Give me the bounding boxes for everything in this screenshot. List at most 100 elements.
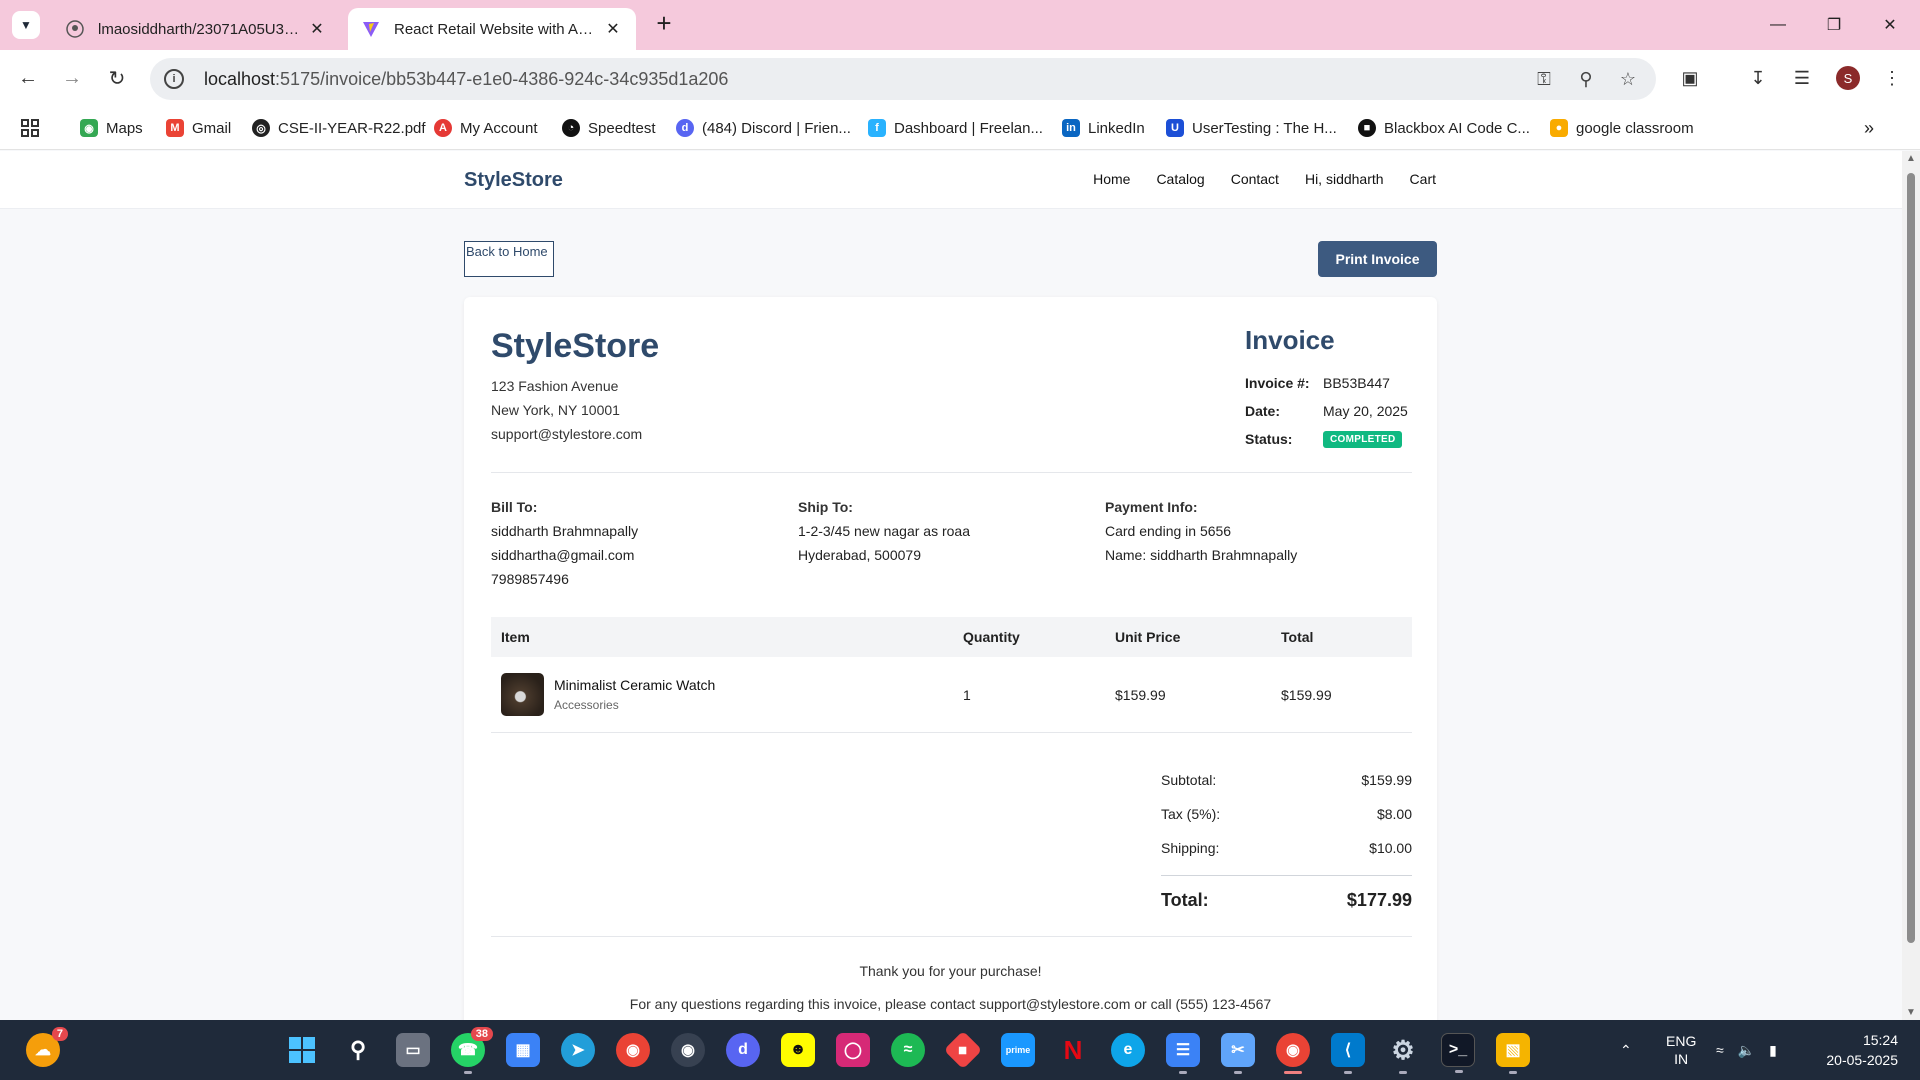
bookmark-maps[interactable]: ◉ Maps <box>80 116 143 140</box>
company-address: 123 Fashion Avenue New York, NY 10001 su… <box>491 378 643 442</box>
windows-taskbar: ☁ 7 ⚲ ▭ ☎ 38 ▦ ➤ ◉ ◉ d ☻ ◯ ≈ ◆ prime N e ☰… <box>0 1020 1920 1080</box>
freelancer-icon: f <box>868 119 886 137</box>
battery-icon: ▮ <box>1769 1041 1777 1058</box>
scroll-up-icon[interactable]: ▲ <box>1906 153 1916 164</box>
whatsapp-icon[interactable]: ☎ 38 <box>451 1027 493 1074</box>
settings-gear-icon[interactable]: ⚙ <box>1386 1033 1420 1074</box>
invoice-date-label: Date: <box>1245 403 1281 419</box>
windows-start-icon[interactable] <box>285 1033 319 1067</box>
window-close-button[interactable]: ✕ <box>1862 0 1918 50</box>
nav-contact[interactable]: Contact <box>1231 171 1279 187</box>
snipping-tool-icon[interactable]: ✂ <box>1221 1033 1255 1074</box>
nav-cart[interactable]: Cart <box>1410 171 1436 187</box>
tray-chevron-icon[interactable]: ⌃ <box>1620 1020 1632 1080</box>
bookmark-account[interactable]: A My Account <box>434 116 538 140</box>
invoice-card: StyleStore 123 Fashion Avenue New York, … <box>464 297 1437 1020</box>
terminal-icon[interactable]: >_ <box>1441 1033 1475 1073</box>
discord-icon[interactable]: d <box>726 1033 760 1067</box>
system-tray[interactable]: ≈ 🔈 ▮ <box>1716 1020 1777 1080</box>
vscode-icon[interactable]: ⟨ <box>1331 1033 1365 1074</box>
download-icon[interactable]: ↧ <box>1742 62 1774 94</box>
address-bar[interactable]: i localhost:5175/invoice/bb53b447-e1e0-4… <box>150 58 1656 100</box>
avatar: S <box>1836 66 1860 90</box>
chrome-icon[interactable]: ◉ <box>616 1033 650 1067</box>
tab-github[interactable]: lmaosiddharth/23071A05U3_Re ✕ <box>52 8 340 50</box>
linkedin-icon: in <box>1062 119 1080 137</box>
screenshot-icon[interactable]: ▣ <box>1674 62 1706 94</box>
bookmark-discord[interactable]: d (484) Discord | Frien... <box>676 116 851 140</box>
invoice-number: BB53B447 <box>1323 375 1390 391</box>
back-arrow-icon[interactable]: ← <box>12 62 44 94</box>
tab-search-button[interactable]: ▼ <box>12 11 40 39</box>
bookmark-usertesting[interactable]: U UserTesting : The H... <box>1166 116 1337 140</box>
git-icon[interactable]: ◆ <box>943 1030 983 1070</box>
star-icon[interactable]: ☆ <box>1616 67 1640 91</box>
close-icon[interactable]: ✕ <box>604 19 622 39</box>
print-invoice-button[interactable]: Print Invoice <box>1318 241 1437 277</box>
search-icon[interactable]: ⚲ <box>341 1033 375 1067</box>
github-icon <box>66 20 84 38</box>
nav-home[interactable]: Home <box>1093 171 1130 187</box>
clock[interactable]: 15:24 20-05-2025 <box>1826 1030 1898 1070</box>
netflix-icon[interactable]: N <box>1056 1033 1090 1067</box>
back-to-home-button[interactable]: Back to Home <box>464 241 554 277</box>
reload-icon[interactable]: ↻ <box>101 62 133 94</box>
more-bookmarks-icon[interactable]: » <box>1864 116 1874 140</box>
weather-icon[interactable]: ☁ 7 <box>26 1027 68 1067</box>
edge-icon[interactable]: e <box>1111 1033 1145 1067</box>
subtotal-value: $159.99 <box>1361 772 1412 788</box>
snapchat-icon[interactable]: ☻ <box>781 1033 815 1067</box>
media-control-icon[interactable]: ☰ <box>1786 62 1818 94</box>
page-viewport: StyleStore Home Catalog Contact Hi, sidd… <box>0 151 1902 1020</box>
bill-to: Bill To: siddharth Brahmnapally siddhart… <box>491 499 639 587</box>
prime-video-icon[interactable]: prime <box>1001 1033 1035 1067</box>
bookmark-gmail[interactable]: M Gmail <box>166 116 231 140</box>
menu-icon[interactable]: ⋮ <box>1876 62 1908 94</box>
file-explorer-icon[interactable]: ▧ <box>1496 1033 1530 1074</box>
bookmark-pdf[interactable]: ◎ CSE-II-YEAR-R22.pdf <box>252 116 426 140</box>
zoom-icon[interactable]: ⚲ <box>1574 67 1598 91</box>
github-desktop-icon[interactable]: ◉ <box>671 1033 705 1067</box>
contact-message: For any questions regarding this invoice… <box>629 996 1272 1012</box>
restore-button[interactable]: ❐ <box>1806 0 1862 50</box>
task-view-icon[interactable]: ▭ <box>396 1033 430 1067</box>
site-logo[interactable]: StyleStore <box>464 169 563 192</box>
bookmark-freelancer[interactable]: f Dashboard | Freelan... <box>868 116 1043 140</box>
nav-user-greeting[interactable]: Hi, siddharth <box>1305 171 1384 187</box>
site-info-icon[interactable]: i <box>164 69 184 89</box>
profile-button[interactable]: S <box>1832 62 1864 94</box>
bookmark-blackbox[interactable]: ■ Blackbox AI Code C... <box>1358 116 1530 140</box>
nav-catalog[interactable]: Catalog <box>1156 171 1204 187</box>
vite-icon <box>362 20 380 38</box>
invoice-meta: Invoice #: BB53B447 Date: May 20, 2025 Sta… <box>1245 369 1408 453</box>
table-row: Minimalist Ceramic Watch Accessories 1 $… <box>491 657 1412 733</box>
apps-icon[interactable] <box>20 116 40 140</box>
telegram-icon[interactable]: ➤ <box>561 1033 595 1067</box>
minimize-button[interactable]: — <box>1750 0 1806 50</box>
instagram-icon[interactable]: ◯ <box>836 1033 870 1067</box>
scrollbar-thumb[interactable] <box>1907 173 1915 943</box>
browser-tab-bar: ▼ lmaosiddharth/23071A05U3_Re ✕ React Re… <box>0 0 1920 50</box>
speedtest-icon: ◔ <box>562 119 580 137</box>
maps-icon: ◉ <box>80 119 98 137</box>
tab-react-retail[interactable]: React Retail Website with Authe ✕ <box>348 8 636 50</box>
new-tab-button[interactable]: + <box>650 10 678 38</box>
bookmark-linkedin[interactable]: in LinkedIn <box>1062 116 1145 140</box>
page-scrollbar[interactable]: ▲ ▼ <box>1902 151 1920 1020</box>
spotify-icon[interactable]: ≈ <box>891 1033 925 1067</box>
bookmark-classroom[interactable]: ● google classroom <box>1550 116 1694 140</box>
close-icon[interactable]: ✕ <box>308 19 326 39</box>
items-table: Item Quantity Unit Price Total Minimalis… <box>491 617 1412 733</box>
language-indicator[interactable]: ENG IN <box>1666 1020 1696 1080</box>
microsoft-store-icon[interactable]: ▦ <box>506 1033 540 1067</box>
chrome-active-icon[interactable]: ◉ <box>1276 1033 1310 1074</box>
table-header: Item Quantity Unit Price Total <box>491 617 1412 657</box>
blackbox-icon: ■ <box>1358 119 1376 137</box>
bookmark-speedtest[interactable]: ◔ Speedtest <box>562 116 656 140</box>
divider <box>491 472 1412 473</box>
scroll-down-icon[interactable]: ▼ <box>1906 1007 1916 1018</box>
key-icon[interactable]: ⚿ <box>1532 67 1556 91</box>
url-text: localhost:5175/invoice/bb53b447-e1e0-438… <box>204 68 729 89</box>
notepad-icon[interactable]: ☰ <box>1166 1033 1200 1074</box>
forward-arrow-icon[interactable]: → <box>56 62 88 94</box>
